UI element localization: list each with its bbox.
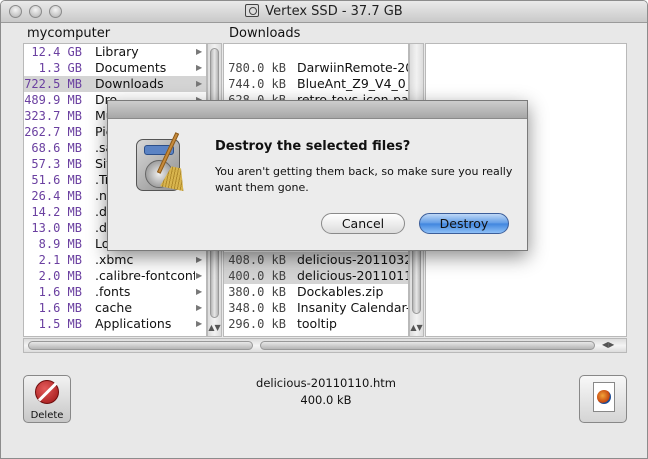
no-entry-icon [35,380,59,404]
right-list-row[interactable] [224,44,408,60]
item-name: Insanity Calendar-J [297,300,409,315]
item-size: 1.3 GB [38,61,82,75]
item-name: cache [95,300,133,315]
left-column-header: mycomputer [27,26,111,41]
right-list-row[interactable]: 780.0 kB DarwiinRemote-20 [224,60,408,76]
horizontal-scrollbar[interactable]: ◀▶ [23,338,627,353]
item-name: BlueAnt_Z9_V4_0_F [297,76,409,91]
left-list-row[interactable]: 1.3 GB Documents ▶ [24,60,206,76]
folder-arrow-icon: ▶ [196,271,203,280]
left-list-row[interactable]: 12.4 GB Library ▶ [24,44,206,60]
item-name: .calibre-fontconf [95,268,195,283]
title-bar: Vertex SSD - 37.7 GB [1,1,647,23]
left-list-row[interactable]: 1.5 MB Applications ▶ [24,316,206,332]
item-size: 57.3 MB [31,157,82,171]
item-size: 26.4 MB [31,189,82,203]
folder-arrow-icon: ▶ [196,319,203,328]
horizontal-scroll-thumb-right[interactable] [260,341,595,350]
item-size: 51.6 MB [31,173,82,187]
right-list-row[interactable]: 348.0 kB Insanity Calendar-J [224,300,408,316]
item-name: DarwiinRemote-20 [297,60,409,75]
item-size: 722.5 MB [24,77,82,91]
delete-button[interactable]: Delete [23,375,71,423]
right-list-row[interactable]: 400.0 kB delicious-2011011 [224,268,408,284]
cancel-button[interactable]: Cancel [321,213,405,234]
item-name: .fonts [95,284,131,299]
item-name: Library [95,44,139,59]
left-scroll-arrows-icon[interactable]: ▲▼ [208,323,221,332]
selected-file-size: 400.0 kB [300,393,352,407]
right-list-row[interactable]: 296.0 kB tooltip [224,316,408,332]
open-file-button[interactable] [579,375,627,423]
right-list-row[interactable]: 380.0 kB Dockables.zip [224,284,408,300]
folder-arrow-icon: ▶ [196,303,203,312]
item-name: delicious-2011011 [297,268,409,283]
horizontal-scroll-arrows-icon[interactable]: ◀▶ [602,340,614,349]
folder-arrow-icon: ▶ [196,287,203,296]
right-scroll-arrows-icon[interactable]: ▲▼ [410,323,423,332]
right-list-row[interactable]: 408.0 kB delicious-2011032 [224,252,408,268]
disk-icon [245,4,260,17]
item-name: .xbmc [95,252,134,267]
folder-arrow-icon: ▶ [196,255,203,264]
item-size: 262.7 MB [24,125,82,139]
item-size: 8.9 MB [38,237,82,251]
window-title: Vertex SSD - 37.7 GB [265,4,403,19]
item-size: 1.6 MB [38,301,82,315]
right-column-header: Downloads [229,26,301,41]
folder-arrow-icon: ▶ [196,47,203,56]
item-size: 2.0 MB [38,269,82,283]
folder-arrow-icon: ▶ [196,79,203,88]
right-list-row[interactable]: 744.0 kB BlueAnt_Z9_V4_0_F [224,76,408,92]
item-size: 12.4 GB [31,45,82,59]
item-name: tooltip [297,316,337,331]
item-name: Documents [95,60,167,75]
item-size: 744.0 kB [228,77,286,91]
item-size: 348.0 kB [228,301,286,315]
item-size: 14.2 MB [31,205,82,219]
item-size: 1.6 MB [38,285,82,299]
item-name: Downloads [95,76,164,91]
hard-drive-broom-icon [132,131,194,195]
firefox-icon [597,390,611,404]
item-size: 400.0 kB [228,269,286,283]
item-size: 780.0 kB [228,61,286,75]
confirm-destroy-dialog: Destroy the selected files? You aren't g… [107,100,528,251]
item-size: 13.0 MB [31,221,82,235]
item-size: 296.0 kB [228,317,286,331]
window-title-wrap: Vertex SSD - 37.7 GB [1,4,647,19]
left-list-row[interactable]: 1.6 MB .fonts ▶ [24,284,206,300]
dialog-top-edge [108,101,527,119]
item-name: delicious-2011032 [297,252,409,267]
dialog-title: Destroy the selected files? [215,139,411,154]
left-list-row[interactable]: 722.5 MB Downloads ▶ [24,76,206,92]
delete-button-label: Delete [30,410,64,421]
item-size: 323.7 MB [24,109,82,123]
dialog-message: You aren't getting them back, so make su… [215,165,513,194]
item-size: 380.0 kB [228,285,286,299]
left-list-row[interactable]: 1.6 MB cache ▶ [24,300,206,316]
item-size: 68.6 MB [31,141,82,155]
item-size: 2.1 MB [38,253,82,267]
selected-file-name: delicious-20110110.htm [256,376,396,390]
item-size: 408.0 kB [228,253,286,267]
left-list-row[interactable]: 2.0 MB .calibre-fontconf ▶ [24,268,206,284]
horizontal-scroll-thumb-left[interactable] [28,341,253,350]
item-name: Dockables.zip [297,284,384,299]
app-window: Vertex SSD - 37.7 GB mycomputer Download… [0,0,648,459]
folder-arrow-icon: ▶ [196,63,203,72]
left-list-row[interactable]: 2.1 MB .xbmc ▶ [24,252,206,268]
item-size: 489.9 MB [24,93,82,107]
destroy-button[interactable]: Destroy [419,213,509,234]
item-name: Applications [95,316,172,331]
item-size: 1.5 MB [38,317,82,331]
